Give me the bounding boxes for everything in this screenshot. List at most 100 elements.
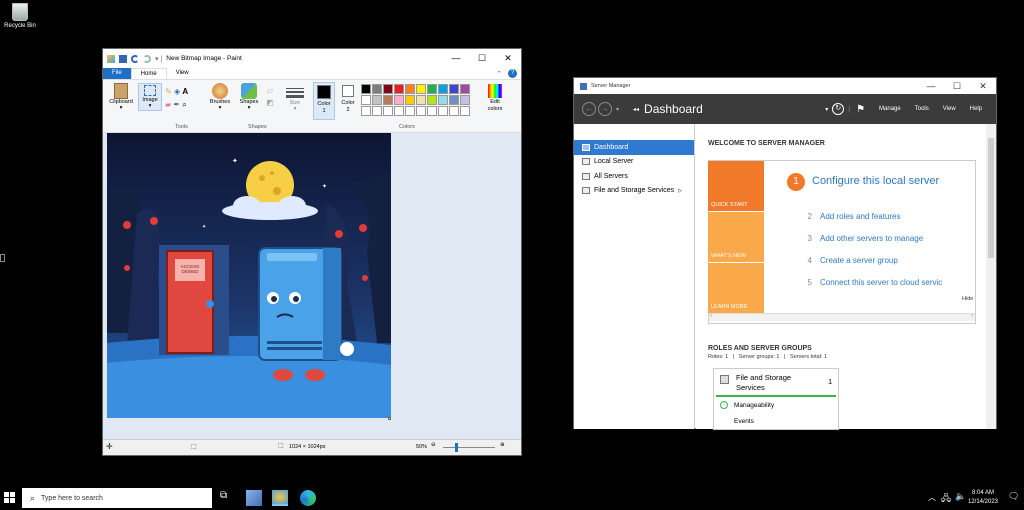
forward-button[interactable]: →	[598, 102, 612, 116]
edit-colors-button[interactable]: Edit colors	[484, 83, 506, 113]
scroll-left-icon[interactable]: ‹	[710, 313, 712, 319]
sm-vertical-scrollbar[interactable]	[986, 124, 996, 429]
outline-fill-options[interactable]: ▱ ◩	[262, 85, 278, 109]
sm-maximize-button[interactable]: ☐	[944, 81, 970, 92]
palette-swatch[interactable]	[405, 95, 415, 105]
zoom-out-button[interactable]: ⊖	[431, 442, 436, 448]
network-icon[interactable]: 🖧	[941, 491, 951, 507]
palette-swatch[interactable]	[405, 106, 415, 116]
step-link[interactable]: Connect this server to cloud servic	[820, 278, 942, 287]
tile-quick-start[interactable]: QUICK START	[708, 161, 764, 211]
menu-tools[interactable]: Tools	[915, 106, 929, 112]
color-picker-icon[interactable]: ✒	[173, 100, 180, 109]
tile-whats-new[interactable]: WHAT'S NEW	[708, 212, 764, 262]
palette-swatch[interactable]	[383, 106, 393, 116]
palette-swatch[interactable]	[361, 106, 371, 116]
step-link[interactable]: Add other servers to manage	[820, 234, 923, 243]
canvas-resize-handle[interactable]	[388, 417, 391, 420]
brushes-button[interactable]: Brushes ▾	[207, 83, 233, 111]
zoom-slider-thumb[interactable]	[455, 443, 458, 452]
palette-swatch[interactable]	[438, 106, 448, 116]
palette-swatch[interactable]	[427, 106, 437, 116]
image-button[interactable]: Image ▾	[138, 83, 162, 111]
undo-icon[interactable]	[131, 54, 139, 63]
palette-swatch[interactable]	[394, 84, 404, 94]
scrollbar-thumb[interactable]	[988, 138, 994, 258]
size-button[interactable]: Size ▾	[283, 83, 307, 112]
role-card-file-storage[interactable]: File and Storage Services 1 ↑ Manageabil…	[713, 368, 839, 430]
step-connect-cloud[interactable]: 5 Connect this server to cloud servic	[804, 278, 976, 287]
color2-button[interactable]: Color 2	[337, 82, 359, 114]
paint-taskbar-icon[interactable]	[272, 490, 288, 506]
palette-swatch[interactable]	[427, 95, 437, 105]
notifications-flag-icon[interactable]: ⚑	[856, 104, 865, 115]
nav-item-all-servers[interactable]: All Servers	[574, 169, 694, 184]
minimize-button[interactable]: —	[443, 53, 469, 64]
history-dropdown-icon[interactable]: ▾	[616, 106, 619, 113]
palette-swatch[interactable]	[438, 84, 448, 94]
fill-icon[interactable]: ◈	[174, 87, 180, 96]
clipboard-button[interactable]: Clipboard ▾	[107, 83, 135, 111]
palette-swatch[interactable]	[372, 106, 382, 116]
back-button[interactable]: ←	[582, 102, 596, 116]
welcome-horizontal-scrollbar[interactable]: ‹ ›	[709, 313, 975, 321]
palette-swatch[interactable]	[394, 106, 404, 116]
hide-link[interactable]: Hide	[962, 296, 973, 302]
palette-swatch[interactable]	[383, 84, 393, 94]
eraser-icon[interactable]: ▰	[165, 100, 171, 109]
zoom-slider[interactable]	[443, 447, 495, 448]
tile-learn-more[interactable]: LEARN MORE	[708, 263, 764, 313]
nav-item-dashboard[interactable]: Dashboard	[574, 140, 694, 155]
sm-close-button[interactable]: ✕	[970, 81, 996, 92]
palette-swatch[interactable]	[372, 95, 382, 105]
sm-minimize-button[interactable]: —	[918, 81, 944, 92]
palette-swatch[interactable]	[460, 106, 470, 116]
tab-file[interactable]: File	[103, 68, 131, 79]
palette-swatch[interactable]	[449, 95, 459, 105]
taskbar-search-box[interactable]: ⌕ Type here to search	[22, 488, 212, 508]
palette-swatch[interactable]	[394, 95, 404, 105]
notification-center-icon[interactable]: 🗨	[1008, 491, 1019, 502]
header-dropdown-icon[interactable]: ▾	[825, 106, 828, 113]
tab-view[interactable]: View	[167, 68, 198, 79]
maximize-button[interactable]: ☐	[469, 53, 495, 64]
task-view-icon[interactable]: ⧉	[220, 490, 236, 506]
magnifier-icon[interactable]: ⌕	[182, 100, 186, 109]
recycle-bin-icon[interactable]: Recycle Bin	[2, 3, 38, 29]
step-add-roles[interactable]: 2 Add roles and features	[804, 212, 901, 221]
qa-dropdown-icon[interactable]: ▾ |	[155, 55, 162, 63]
start-button[interactable]	[4, 492, 15, 503]
scroll-right-icon[interactable]: ›	[971, 313, 973, 319]
configure-local-server-link[interactable]: Configure this local server	[812, 175, 939, 187]
palette-swatch[interactable]	[361, 95, 371, 105]
nav-item-file-storage[interactable]: File and Storage Services ▷	[574, 184, 694, 199]
palette-swatch[interactable]	[438, 95, 448, 105]
shapes-button[interactable]: Shapes ▾	[236, 83, 262, 111]
step-link[interactable]: Create a server group	[820, 256, 898, 265]
tab-home[interactable]: Home	[130, 68, 167, 79]
palette-swatch[interactable]	[416, 84, 426, 94]
menu-manage[interactable]: Manage	[879, 106, 901, 112]
save-icon[interactable]	[119, 54, 127, 63]
clock[interactable]: 8:04 AM 12/14/2023	[966, 489, 1000, 507]
palette-swatch[interactable]	[383, 95, 393, 105]
palette-swatch[interactable]	[449, 106, 459, 116]
edge-taskbar-icon[interactable]	[300, 490, 316, 506]
step-create-group[interactable]: 4 Create a server group	[804, 256, 898, 265]
palette-swatch[interactable]	[460, 95, 470, 105]
ribbon-collapse-icon[interactable]: ⌃	[496, 70, 502, 78]
palette-swatch[interactable]	[416, 106, 426, 116]
events-link[interactable]: Events	[734, 418, 754, 425]
step-add-servers[interactable]: 3 Add other servers to manage	[804, 234, 924, 243]
pencil-icon[interactable]: ✎	[165, 87, 172, 96]
color1-button[interactable]: Color 1	[313, 82, 335, 120]
close-button[interactable]: ✕	[495, 53, 521, 64]
text-icon[interactable]: A	[182, 87, 188, 96]
show-hidden-icons[interactable]: ︿	[928, 492, 936, 503]
menu-help[interactable]: Help	[970, 106, 982, 112]
palette-swatch[interactable]	[449, 84, 459, 94]
palette-swatch[interactable]	[361, 84, 371, 94]
palette-swatch[interactable]	[372, 84, 382, 94]
manageability-link[interactable]: Manageability	[734, 402, 774, 409]
step-link[interactable]: Add roles and features	[820, 212, 901, 221]
